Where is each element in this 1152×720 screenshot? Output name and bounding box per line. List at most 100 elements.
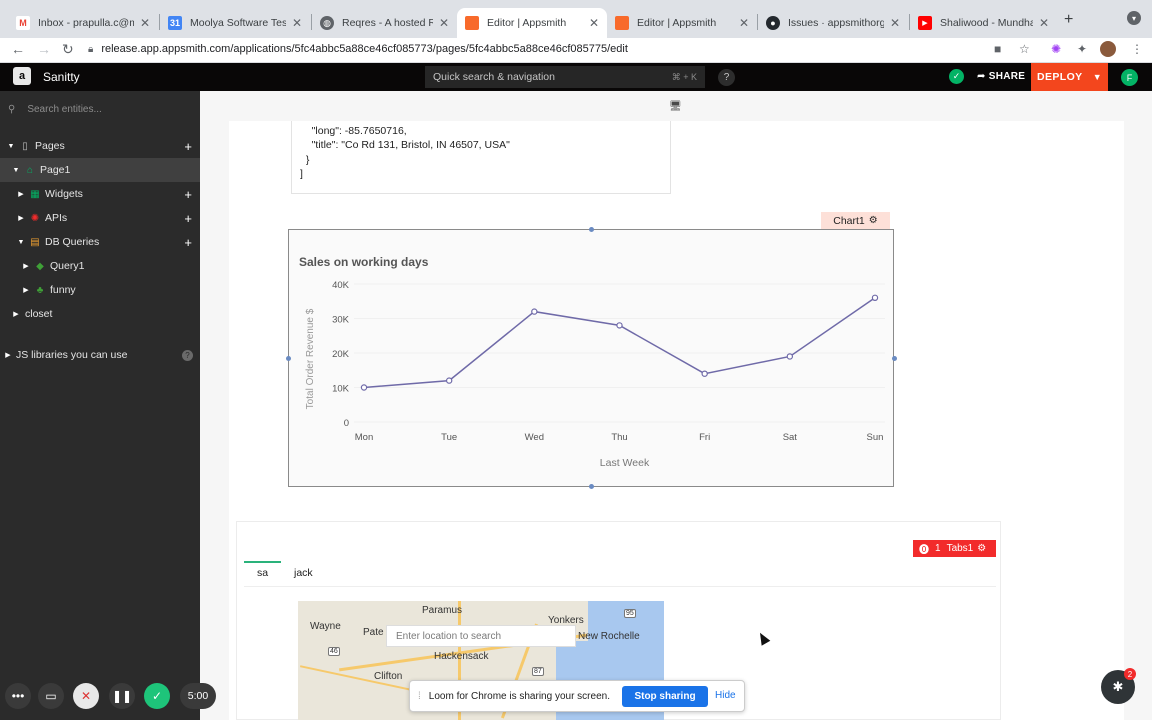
loom-extension-icon[interactable]: ✺ (1051, 42, 1061, 56)
menu-dots-icon[interactable]: ⋮ (1131, 42, 1143, 56)
sidebar-item-query1[interactable]: ▶ ◆ Query1 (0, 254, 200, 278)
sidebar-item-apis[interactable]: ▶ ✺ APIs + (0, 206, 200, 230)
add-widget-icon[interactable]: + (184, 187, 192, 202)
chevron-down-icon[interactable]: ▼ (1093, 72, 1102, 82)
sidebar-item-pages[interactable]: ▼ ▯ Pages + (0, 134, 200, 158)
x-tick-label: Tue (441, 432, 457, 443)
cancel-recording-icon[interactable]: ✕ (73, 683, 99, 709)
y-tick-label: 40K (332, 280, 350, 291)
deploy-button[interactable]: DEPLOY ▼ (1031, 63, 1108, 91)
reload-icon[interactable]: ↻ (62, 41, 74, 58)
chevron-right-icon[interactable]: ▶ (11, 310, 21, 318)
close-icon[interactable]: ✕ (140, 16, 150, 30)
gear-icon[interactable]: ⚙ (869, 215, 878, 226)
add-page-icon[interactable]: + (184, 139, 192, 154)
drag-handle-icon[interactable]: ⁞ (418, 691, 421, 702)
back-icon[interactable]: ← (11, 41, 25, 57)
appsmith-logo[interactable]: a (13, 67, 31, 85)
close-icon[interactable]: ✕ (589, 16, 599, 30)
pause-icon[interactable]: ❚❚ (109, 683, 135, 709)
close-icon[interactable]: ✕ (739, 16, 749, 30)
tab-title: Editor | Appsmith (487, 17, 567, 29)
sidebar-item-js-libraries[interactable]: ▶ JS libraries you can use ? (0, 343, 200, 367)
sidebar-item-page1[interactable]: ▼ ⌂ Page1 (0, 158, 200, 182)
recording-timer: 5:00 (180, 683, 216, 709)
bookmark-star-icon[interactable]: ☆ (1019, 42, 1030, 56)
deploy-label: DEPLOY (1037, 71, 1083, 83)
tab-sa[interactable]: sa (244, 561, 281, 579)
browser-tab-calendar[interactable]: 31 Moolya Software Testi ✕ (160, 8, 310, 38)
new-tab-icon[interactable]: + (1064, 11, 1073, 29)
json-text-widget[interactable]: "long": -85.7650716, "title": "Co Rd 131… (291, 121, 671, 194)
share-label: SHARE (988, 71, 1026, 82)
resize-handle[interactable] (589, 484, 594, 489)
chevron-right-icon[interactable]: ▶ (16, 190, 26, 198)
stop-sharing-button[interactable]: Stop sharing (622, 686, 708, 707)
chevron-down-icon[interactable]: ▼ (11, 167, 21, 174)
tab-jack[interactable]: jack (294, 567, 313, 579)
browser-tab-gmail[interactable]: M Inbox - prapulla.c@m ✕ (8, 8, 158, 38)
help-icon[interactable]: ? (182, 349, 193, 361)
extensions-icon[interactable]: ✦ (1077, 42, 1087, 56)
map-location-search[interactable]: Enter location to search (386, 625, 576, 647)
finish-recording-icon[interactable]: ✓ (144, 683, 170, 709)
map-label: Wayne (310, 621, 341, 632)
github-icon: ● (766, 16, 780, 30)
close-icon[interactable]: ✕ (1039, 16, 1049, 30)
browser-tab-reqres[interactable]: ◍ Reqres - A hosted RE ✕ (312, 8, 457, 38)
entity-search[interactable]: ⚲ Search entities... (8, 104, 102, 115)
api-icon: ✺ (30, 212, 40, 224)
browser-tab-github[interactable]: ● Issues · appsmithorg/ ✕ (758, 8, 908, 38)
add-query-icon[interactable]: + (184, 235, 192, 250)
add-api-icon[interactable]: + (184, 211, 192, 226)
widgets-icon: ▦ (30, 188, 40, 200)
data-point (871, 294, 879, 302)
hide-button[interactable]: Hide (715, 690, 736, 701)
resize-handle[interactable] (589, 227, 594, 232)
browser-tab-strip: M Inbox - prapulla.c@m ✕ 31 Moolya Softw… (0, 0, 1152, 38)
close-icon[interactable]: ✕ (439, 16, 449, 30)
sidebar-item-widgets[interactable]: ▶ ▦ Widgets + (0, 182, 200, 206)
browser-tab-youtube[interactable]: ▶ Shaliwood - Mundha ✕ (910, 8, 1057, 38)
x-tick-label: Thu (611, 432, 627, 443)
help-icon[interactable]: ? (718, 69, 735, 86)
chevron-right-icon[interactable]: ▶ (3, 351, 13, 359)
tab-search-icon[interactable]: ▾ (1127, 11, 1141, 25)
widget-error-tag[interactable]: ⓿ 1 Tabs1 ⚙ (913, 540, 996, 557)
chevron-right-icon[interactable]: ▶ (16, 214, 26, 222)
gear-icon[interactable]: ⚙ (977, 543, 986, 554)
browser-tab-appsmith-active[interactable]: Editor | Appsmith ✕ (457, 8, 607, 38)
forward-icon[interactable]: → (37, 41, 51, 57)
chevron-down-icon[interactable]: ▼ (16, 239, 26, 246)
camera-icon[interactable]: ■ (994, 42, 1001, 56)
chart-widget[interactable]: Sales on working days 0 10K 20K 30K 40K Mon Tu… (288, 229, 894, 487)
share-button[interactable]: ➦ SHARE (977, 71, 1025, 82)
chevron-right-icon[interactable]: ▶ (21, 286, 31, 294)
data-point (531, 308, 538, 315)
browser-tab-appsmith[interactable]: Editor | Appsmith ✕ (607, 8, 757, 38)
close-icon[interactable]: ✕ (890, 16, 900, 30)
close-icon[interactable]: ✕ (292, 16, 302, 30)
desktop-icon[interactable]: 🖥︎ (669, 101, 682, 112)
chevron-down-icon[interactable]: ▼ (6, 143, 16, 150)
chevron-right-icon[interactable]: ▶ (21, 262, 31, 270)
loom-sharing-bar: ⁞ Loom for Chrome is sharing your screen… (409, 680, 745, 712)
resize-handle[interactable] (286, 356, 291, 361)
lock-icon: 🔒︎ (88, 43, 94, 55)
resize-handle[interactable] (892, 356, 897, 361)
sidebar-item-db-queries[interactable]: ▼ ▤ DB Queries + (0, 230, 200, 254)
sidebar-item-funny[interactable]: ▶ ♣ funny (0, 278, 200, 302)
sidebar-item-closet[interactable]: ▶ closet (0, 302, 200, 326)
profile-avatar[interactable] (1100, 41, 1116, 57)
quick-search-bar[interactable]: Quick search & navigation ⌘ + K (425, 66, 705, 88)
app-name[interactable]: Sanitty (43, 70, 80, 84)
sidebar-item-label: DB Queries (45, 236, 100, 248)
more-options-icon[interactable]: ••• (5, 683, 31, 709)
map-label: Hackensack (434, 651, 489, 662)
saved-check-icon: ✓ (949, 69, 964, 84)
address-bar[interactable]: 🔒︎ release.app.appsmith.com/applications… (88, 39, 1100, 59)
data-point (786, 353, 794, 360)
user-avatar[interactable]: F (1121, 69, 1138, 86)
camera-off-icon[interactable]: ▭ (38, 683, 64, 709)
widget-name-tag[interactable]: Chart1 ⚙ (821, 212, 890, 229)
